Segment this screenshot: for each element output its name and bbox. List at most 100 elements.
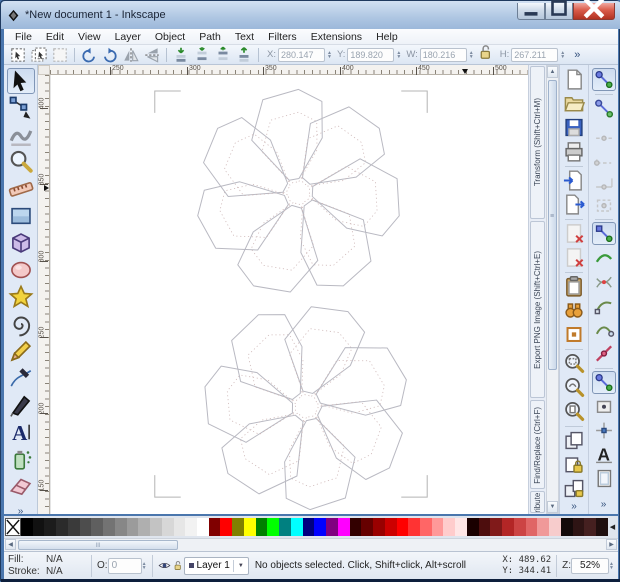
- snap-path-button[interactable]: [592, 246, 616, 269]
- palette-scroll-left-icon[interactable]: ◀: [608, 523, 617, 531]
- palette-swatch[interactable]: [67, 518, 80, 536]
- palette-scroll-left-button[interactable]: ◀: [5, 539, 16, 550]
- w-field[interactable]: 180.216: [419, 47, 467, 62]
- spray-tool-button[interactable]: [7, 446, 35, 472]
- menu-object[interactable]: Object: [148, 30, 192, 44]
- layer-lock-icon[interactable]: [171, 559, 184, 572]
- folder-open-button[interactable]: [562, 92, 586, 115]
- w-field-spinner[interactable]: ▲ ▼: [469, 50, 474, 59]
- snap-enable-button[interactable]: [591, 68, 616, 91]
- close-button[interactable]: [573, 0, 615, 20]
- dock-tab-findreplace[interactable]: Find/Replace (Ctrl+F): [530, 400, 545, 490]
- h-field-spinner[interactable]: ▲ ▼: [560, 50, 565, 59]
- palette-swatch[interactable]: [502, 518, 514, 536]
- palette-swatch[interactable]: [443, 518, 456, 536]
- lower-one-button[interactable]: [192, 46, 212, 64]
- flip-vertical-button[interactable]: [142, 46, 162, 64]
- rectangle-tool-button[interactable]: [7, 203, 35, 229]
- scroll-down-button[interactable]: ▼: [547, 501, 558, 513]
- palette-swatch[interactable]: [279, 518, 291, 536]
- measure-tool-button[interactable]: [7, 176, 35, 202]
- select-all-button[interactable]: [8, 46, 28, 64]
- palette-swatch[interactable]: [537, 518, 550, 536]
- layer-visibility-icon[interactable]: [158, 559, 171, 572]
- snap-bbox-midpoints-button[interactable]: [592, 169, 616, 192]
- palette-swatch[interactable]: [408, 518, 420, 536]
- snap-overflow-button[interactable]: »: [601, 499, 607, 510]
- minimize-button[interactable]: [517, 2, 545, 20]
- menu-file[interactable]: File: [8, 30, 39, 44]
- palette-swatch[interactable]: [466, 518, 479, 536]
- palette-scrollbar-thumb[interactable]: [18, 540, 178, 550]
- palette-swatch[interactable]: [290, 518, 303, 536]
- palette-swatch[interactable]: [396, 518, 409, 536]
- fill-value[interactable]: N/A: [46, 554, 86, 566]
- palette-swatch[interactable]: [32, 518, 45, 536]
- text-tool-button[interactable]: A: [7, 419, 35, 445]
- vertical-scrollbar-thumb[interactable]: [548, 80, 557, 370]
- scroll-up-button[interactable]: ▲: [547, 66, 558, 78]
- vertical-ruler[interactable]: 400 350 300 250 200 150: [38, 75, 50, 514]
- duplicate-button[interactable]: [562, 299, 586, 322]
- palette-swatch[interactable]: [56, 518, 68, 536]
- palette-swatch[interactable]: [232, 518, 244, 536]
- palette-scrollbar[interactable]: ◀ ▶: [4, 538, 618, 551]
- palette-swatch[interactable]: [150, 518, 162, 536]
- snap-page-button[interactable]: [592, 467, 616, 490]
- document-new-button[interactable]: [562, 68, 586, 91]
- dock-tab-align[interactable]: Align and Distribute (Shift+Ctrl+A): [530, 491, 545, 513]
- selector-tool-button[interactable]: [6, 68, 35, 94]
- snap-text-baseline-button[interactable]: A: [592, 443, 616, 466]
- snap-bbox-corners-button[interactable]: [592, 145, 616, 168]
- dock-tab-transform[interactable]: Transform (Shift+Ctrl+M): [530, 66, 545, 219]
- lock-ratio-button[interactable]: [475, 45, 495, 64]
- opacity-input[interactable]: 0: [107, 557, 142, 574]
- stroke-value[interactable]: N/A: [46, 566, 86, 578]
- palette-swatch[interactable]: [337, 518, 350, 536]
- layer-selector[interactable]: Layer 1 ▼: [183, 556, 249, 575]
- menu-path[interactable]: Path: [192, 30, 228, 44]
- raise-one-button[interactable]: [213, 46, 233, 64]
- pencil-tool-button[interactable]: [7, 338, 35, 364]
- snap-bbox-button[interactable]: [592, 97, 616, 120]
- undo-disabled-button[interactable]: [562, 222, 586, 245]
- horizontal-ruler[interactable]: 250 300 350 400 450 500: [50, 65, 528, 75]
- palette-swatch[interactable]: [490, 518, 503, 536]
- star-tool-button[interactable]: [7, 284, 35, 310]
- palette-swatch[interactable]: [220, 518, 233, 536]
- menu-edit[interactable]: Edit: [39, 30, 71, 44]
- flip-horizontal-button[interactable]: [121, 46, 141, 64]
- palette-swatch[interactable]: [595, 518, 608, 536]
- palette-none-swatch[interactable]: [5, 518, 21, 536]
- palette-swatch[interactable]: [373, 518, 385, 536]
- palette-swatch[interactable]: [549, 518, 561, 536]
- snap-smooth-button[interactable]: [592, 318, 616, 341]
- vertical-scrollbar[interactable]: ▲ ▼: [546, 65, 559, 514]
- import-button[interactable]: [562, 169, 586, 192]
- export-button[interactable]: [562, 193, 586, 216]
- x-field-spinner[interactable]: ▲ ▼: [327, 50, 332, 59]
- redo-disabled-button[interactable]: [562, 246, 586, 269]
- layer-lock-button[interactable]: [562, 453, 586, 476]
- palette-swatch[interactable]: [173, 518, 186, 536]
- palette-swatch[interactable]: [314, 518, 327, 536]
- opacity-spinner[interactable]: ▲ ▼: [142, 561, 147, 570]
- palette-swatch[interactable]: [431, 518, 444, 536]
- palette-swatch[interactable]: [114, 518, 127, 536]
- menu-view[interactable]: View: [71, 30, 108, 44]
- node-editor-tool-button[interactable]: [7, 95, 35, 121]
- ellipse-tool-button[interactable]: [7, 257, 35, 283]
- toolbar-overflow-button[interactable]: »: [574, 49, 580, 61]
- palette-swatch[interactable]: [267, 518, 280, 536]
- maximize-button[interactable]: [545, 0, 573, 20]
- palette-swatch[interactable]: [361, 518, 374, 536]
- palette-swatch[interactable]: [138, 518, 151, 536]
- snap-intersections-button[interactable]: [592, 270, 616, 293]
- menu-help[interactable]: Help: [369, 30, 405, 44]
- palette-swatch[interactable]: [161, 518, 174, 536]
- palette-swatch[interactable]: [455, 518, 467, 536]
- palette-swatch[interactable]: [91, 518, 104, 536]
- palette-scroll-right-button[interactable]: ▶: [606, 539, 617, 550]
- palette-swatch[interactable]: [525, 518, 538, 536]
- snap-rotation-center-button[interactable]: [592, 419, 616, 442]
